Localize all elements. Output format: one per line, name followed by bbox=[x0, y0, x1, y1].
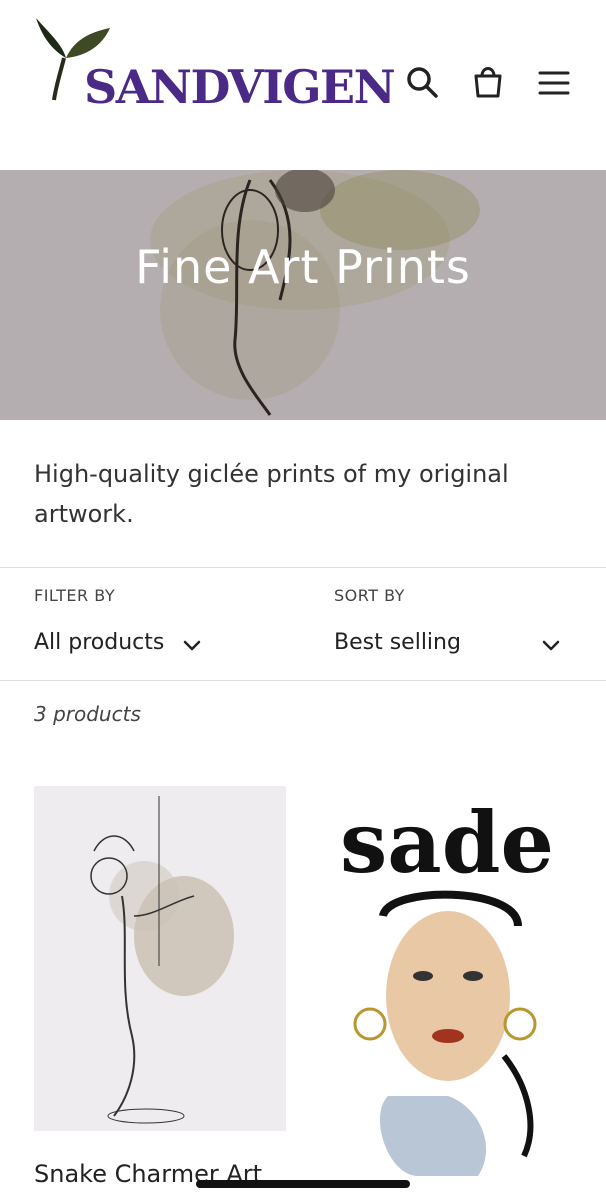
brand-name: SANDVIGEN bbox=[84, 60, 396, 114]
product-image-sade[interactable]: sade bbox=[328, 786, 572, 1176]
site-header: SANDVIGEN bbox=[0, 0, 606, 170]
hero-art-image bbox=[150, 170, 480, 416]
collection-hero-banner bbox=[0, 170, 606, 420]
search-icon[interactable] bbox=[402, 62, 442, 102]
sade-lettering: sade bbox=[340, 793, 554, 892]
home-indicator bbox=[196, 1180, 410, 1188]
divider bbox=[0, 680, 606, 681]
page-title: Fine Art Prints bbox=[135, 240, 471, 294]
filter-select[interactable]: All products bbox=[34, 630, 164, 655]
sort-label: SORT BY bbox=[334, 586, 405, 605]
filter-value: All products bbox=[34, 630, 165, 655]
snake-charmer-art-image bbox=[90, 796, 234, 1124]
filter-label: FILTER BY bbox=[34, 586, 116, 605]
sort-select[interactable]: Best selling bbox=[334, 630, 461, 655]
product-image-snake-charmer[interactable] bbox=[34, 786, 286, 1131]
collection-description: High-quality giclée prints of my origina… bbox=[34, 460, 509, 528]
menu-icon[interactable] bbox=[534, 62, 574, 102]
divider bbox=[0, 567, 606, 568]
chevron-down-icon bbox=[183, 640, 201, 651]
chevron-down-icon bbox=[542, 640, 560, 651]
sade-portrait-art-image: sade bbox=[340, 793, 554, 1176]
product-count: 3 products bbox=[34, 702, 141, 726]
cart-icon[interactable] bbox=[468, 62, 508, 102]
sort-value: Best selling bbox=[334, 630, 461, 655]
brand-logo[interactable]: SANDVIGEN bbox=[30, 14, 396, 114]
